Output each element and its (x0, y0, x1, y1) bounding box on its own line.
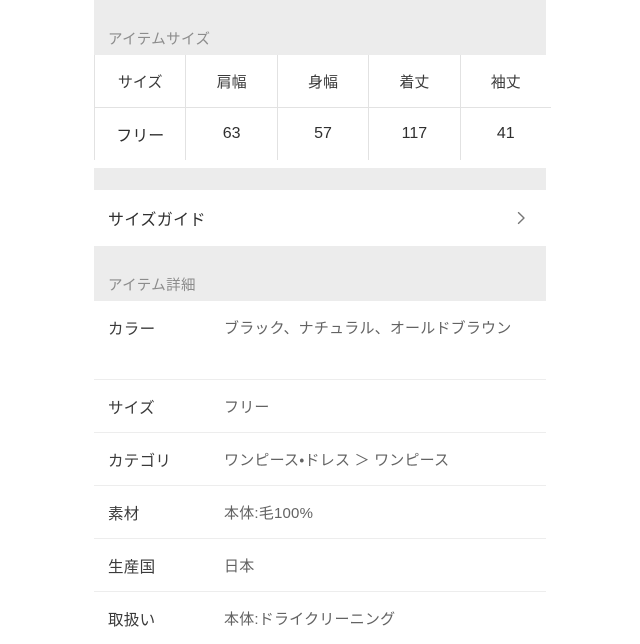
detail-value: ブラック、ナチュラル、オールドブラウン (224, 320, 512, 337)
size-table-cell: 57 (277, 107, 370, 160)
size-table-wrapper: サイズ 肩幅 身幅 着丈 袖丈 フリー 63 57 117 41 (93, 55, 551, 168)
detail-label: サイズ (108, 400, 155, 417)
detail-value: 日本 (224, 558, 255, 575)
detail-label: 生産国 (108, 559, 156, 576)
item-size-section-title: アイテムサイズ (108, 32, 211, 48)
size-table-cell: 117 (368, 107, 461, 160)
detail-value: 本体:毛100% (224, 505, 314, 522)
size-table-header-cell: 身幅 (277, 55, 370, 108)
item-detail-list: カラー ブラック、ナチュラル、オールドブラウン サイズ フリー カテゴリ ワンピ… (94, 301, 546, 644)
detail-value: ワンピース・ドレス ＞ ワンピース (224, 452, 450, 469)
size-table-header-cell: 袖丈 (460, 55, 551, 108)
content-panel: アイテムサイズ サイズ 肩幅 身幅 着丈 袖丈 フリー 63 57 117 41… (93, 0, 551, 644)
detail-row-material: 素材 本体:毛100% (94, 485, 546, 538)
size-table-header-cell: 肩幅 (185, 55, 278, 108)
size-table-cell: 63 (185, 107, 278, 160)
detail-label: 素材 (108, 506, 140, 523)
detail-row-size: サイズ フリー (94, 379, 546, 432)
size-table-header-cell: サイズ (93, 55, 187, 108)
size-guide-row[interactable]: サイズガイド (94, 190, 546, 246)
detail-row-care: 取扱い 本体:ドライクリーニング (94, 591, 546, 644)
detail-label: カテゴリ (108, 453, 172, 470)
size-table: サイズ 肩幅 身幅 着丈 袖丈 フリー 63 57 117 41 (93, 55, 551, 160)
size-table-header-row: サイズ 肩幅 身幅 着丈 袖丈 (93, 55, 551, 108)
size-table-header-cell: 着丈 (368, 55, 461, 108)
chevron-right-icon (514, 211, 528, 225)
size-table-cell: フリー (93, 107, 187, 160)
size-table-bottom-padding (94, 160, 546, 168)
item-detail-section-header: アイテム詳細 (94, 246, 546, 301)
detail-value: フリー (224, 399, 270, 416)
section-spacer-above-size-guide (94, 168, 546, 190)
detail-value: 本体:ドライクリーニング (224, 611, 396, 628)
detail-row-color: カラー ブラック、ナチュラル、オールドブラウン (94, 301, 546, 379)
detail-label: カラー (108, 321, 156, 338)
size-table-cell: 41 (496, 125, 515, 142)
detail-row-category: カテゴリ ワンピース・ドレス ＞ ワンピース (94, 432, 546, 485)
detail-row-country: 生産国 日本 (94, 538, 546, 591)
product-detail-page: アイテムサイズ サイズ 肩幅 身幅 着丈 袖丈 フリー 63 57 117 41… (0, 0, 640, 644)
size-table-row: フリー 63 57 117 41 (93, 107, 551, 160)
size-guide-label: サイズガイド (108, 212, 206, 229)
detail-label: 取扱い (108, 612, 156, 629)
item-size-section-header: アイテムサイズ (94, 0, 546, 55)
item-detail-section-title: アイテム詳細 (108, 278, 196, 294)
